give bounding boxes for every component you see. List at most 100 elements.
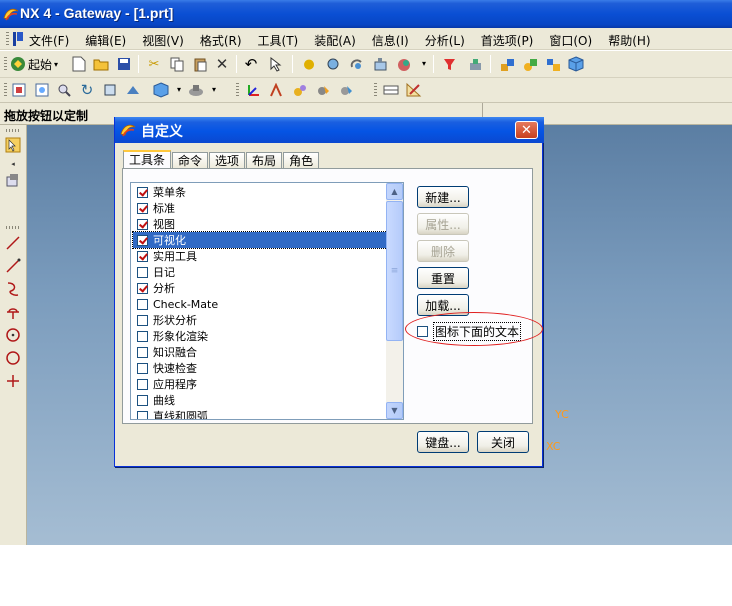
menu-view[interactable]: 视图(V) (142, 31, 189, 49)
menu-information[interactable]: 信息(I) (372, 31, 414, 49)
layer-settings-icon[interactable] (382, 81, 400, 99)
list-item[interactable]: 知识融合 (133, 344, 387, 360)
menu-file[interactable]: 文件(F) (29, 31, 74, 49)
list-item[interactable]: 日记 (133, 264, 387, 280)
close-button[interactable]: 关闭 (477, 431, 529, 453)
perspective-icon[interactable] (124, 81, 142, 99)
toolbar-checkbox[interactable] (137, 410, 148, 419)
line-icon[interactable] (4, 234, 22, 252)
list-item[interactable]: 快速检查 (133, 360, 387, 376)
new-toolbar-button[interactable]: 新建... (417, 186, 469, 208)
transform-icon[interactable] (291, 81, 309, 99)
save-icon[interactable] (115, 55, 133, 73)
tab-layout[interactable]: 布局 (246, 152, 283, 169)
lightbulb-icon[interactable]: ● (300, 55, 318, 73)
zoom-window-icon[interactable] (33, 81, 51, 99)
left-toolbar-grip[interactable] (6, 129, 21, 132)
menu-help[interactable]: 帮助(H) (608, 31, 655, 49)
circle-center-icon[interactable] (4, 326, 22, 344)
open-folder-icon[interactable] (92, 55, 110, 73)
list-item[interactable]: 视图 (133, 216, 387, 232)
tool-icon[interactable] (466, 55, 484, 73)
undo-icon[interactable]: ↶ (242, 55, 260, 73)
list-item[interactable]: 形状分析 (133, 312, 387, 328)
scroll-up-icon[interactable]: ▲ (386, 183, 403, 200)
toolbar-checkbox[interactable] (137, 218, 148, 230)
view-orientation-icon[interactable] (152, 81, 170, 99)
view-orientation-dropdown-icon[interactable]: ▾ (170, 81, 188, 99)
left-toolbar-grip-2[interactable] (6, 226, 21, 229)
dialog-close-icon[interactable]: ✕ (515, 121, 538, 139)
reset-button[interactable]: 重置 (417, 267, 469, 289)
list-item[interactable]: 形象化渲染 (133, 328, 387, 344)
tab-roles[interactable]: 角色 (283, 152, 320, 169)
cut-icon[interactable]: ✂ (145, 55, 163, 73)
new-file-icon[interactable] (70, 55, 88, 73)
delete-icon[interactable]: ✕ (213, 55, 231, 73)
paste-icon[interactable] (191, 55, 209, 73)
toolbar-checkbox[interactable] (137, 362, 148, 374)
scroll-down-icon[interactable]: ▼ (386, 402, 403, 419)
menu-preferences[interactable]: 首选项(P) (481, 31, 539, 49)
component-icon[interactable] (521, 55, 539, 73)
arc-icon[interactable] (4, 280, 22, 298)
tab-commands[interactable]: 命令 (172, 152, 209, 169)
tab-options[interactable]: 选项 (209, 152, 246, 169)
list-item[interactable]: Check-Mate (133, 296, 387, 312)
assembly-icon[interactable] (498, 55, 516, 73)
fit-view-icon[interactable] (324, 55, 342, 73)
point-icon[interactable] (4, 372, 22, 390)
list-item[interactable]: 直线和圆弧 (133, 408, 387, 419)
layer-tool-icon[interactable] (4, 172, 22, 190)
toolbar-grip[interactable] (236, 83, 239, 98)
render-style-icon[interactable] (187, 81, 205, 99)
keyboard-button[interactable]: 键盘... (417, 431, 469, 453)
select-box-icon[interactable] (4, 136, 22, 154)
line-point-icon[interactable] (4, 257, 22, 275)
list-item[interactable]: 应用程序 (133, 376, 387, 392)
toolbar-checkbox[interactable] (137, 346, 148, 358)
toolbar-checkbox[interactable] (137, 330, 148, 342)
layer-icon[interactable] (371, 55, 389, 73)
copy-icon[interactable] (168, 55, 186, 73)
list-item[interactable]: 实用工具 (133, 248, 387, 264)
dialog-title-bar[interactable]: 自定义 ✕ (115, 117, 544, 143)
toolbar-checkbox[interactable] (137, 266, 148, 278)
fit-icon[interactable] (10, 81, 28, 99)
part-cube-icon[interactable] (567, 55, 585, 73)
shading-dropdown-icon[interactable]: ▾ (415, 55, 433, 73)
toolbar-grip[interactable] (374, 83, 377, 98)
start-button[interactable]: 起始 ▾ (10, 55, 58, 73)
toolbar-checkbox[interactable] (137, 202, 148, 214)
edit-object-icon[interactable] (314, 81, 332, 99)
toolbar-checkbox[interactable] (137, 250, 148, 262)
shading-icon[interactable] (395, 55, 413, 73)
wcs-icon[interactable] (244, 81, 262, 99)
pan-icon[interactable] (101, 81, 119, 99)
toolbar-list-scrollbar[interactable]: ▲ ≡ ▼ (386, 183, 403, 419)
list-item[interactable]: 曲线 (133, 392, 387, 408)
left-toolbar-arrow-icon[interactable]: ◂ (4, 155, 22, 173)
toolbar-list[interactable]: 菜单条 标准 视图 可视化 实用工具 日记 分析 Check-Mate 形状分析… (130, 182, 404, 420)
toolbar-grip[interactable] (4, 83, 7, 98)
toolbar-checkbox[interactable] (137, 234, 148, 246)
toolbar-checkbox[interactable] (137, 282, 148, 294)
feature-filter-icon[interactable] (440, 55, 458, 73)
toolbar-checkbox[interactable] (137, 378, 148, 390)
list-item[interactable]: 标准 (133, 200, 387, 216)
datum-icon[interactable] (267, 81, 285, 99)
delete-button[interactable]: 删除 (417, 240, 469, 262)
sketch-icon[interactable] (405, 81, 423, 99)
hide-icon[interactable] (337, 81, 355, 99)
fillet-icon[interactable] (4, 303, 22, 321)
rotate-view-icon[interactable] (347, 55, 365, 73)
tab-toolbars[interactable]: 工具条 (123, 150, 172, 169)
nx-menu-icon[interactable] (12, 31, 24, 47)
list-item-selected[interactable]: 可视化 (132, 231, 388, 249)
scroll-thumb[interactable]: ≡ (386, 201, 403, 341)
circle-icon[interactable] (4, 349, 22, 367)
title-bar[interactable]: NX 4 - Gateway - [1.prt] (0, 0, 732, 28)
list-item[interactable]: 菜单条 (133, 184, 387, 200)
list-item[interactable]: 分析 (133, 280, 387, 296)
toolbar-checkbox[interactable] (137, 394, 148, 406)
